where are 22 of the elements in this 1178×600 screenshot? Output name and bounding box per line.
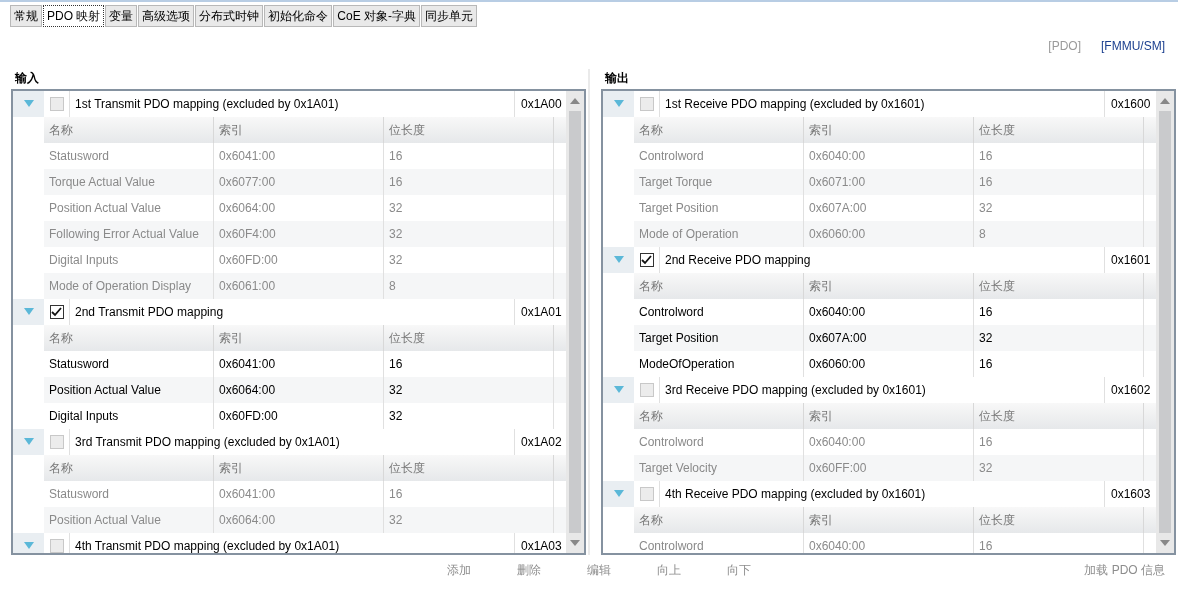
table-cell: Controlword [634, 533, 804, 553]
mapping-title: 4th Receive PDO mapping (excluded by 0x1601) [664, 486, 927, 503]
view-link[interactable]: [FMMU/SM] [1101, 37, 1165, 55]
mapping-title: 2nd Transmit PDO mapping [74, 304, 225, 321]
mapping-title: 4th Transmit PDO mapping (excluded by 0x1A01) [74, 538, 341, 553]
tab[interactable]: CoE 对象-字典 [333, 5, 421, 27]
mapping-title: 1st Receive PDO mapping (excluded by 0x1601) [664, 96, 926, 113]
section-title: 输入 [13, 70, 40, 87]
tab[interactable]: 同步单元 [421, 5, 478, 27]
mapping-title: 3rd Transmit PDO mapping (excluded by 0x1A01) [74, 434, 341, 451]
mapping-title: 1st Transmit PDO mapping (excluded by 0x1A01) [74, 96, 340, 113]
tab[interactable]: 高级选项 [138, 5, 195, 27]
mapping-title: 3rd Receive PDO mapping (excluded by 0x1601) [664, 382, 927, 399]
table-cell: 0x6040:00 [804, 533, 974, 553]
tab[interactable]: 常规 [10, 5, 42, 27]
section-title: 输出 [603, 70, 630, 87]
tab[interactable]: PDO 映射 [43, 5, 105, 27]
table-cell: 16 [974, 533, 1144, 553]
tab[interactable]: 初始化命令 [264, 5, 333, 27]
mapping-title: 2nd Receive PDO mapping [664, 252, 812, 269]
tab[interactable]: 变量 [105, 5, 138, 27]
tab[interactable]: 分布式时钟 [195, 5, 264, 27]
